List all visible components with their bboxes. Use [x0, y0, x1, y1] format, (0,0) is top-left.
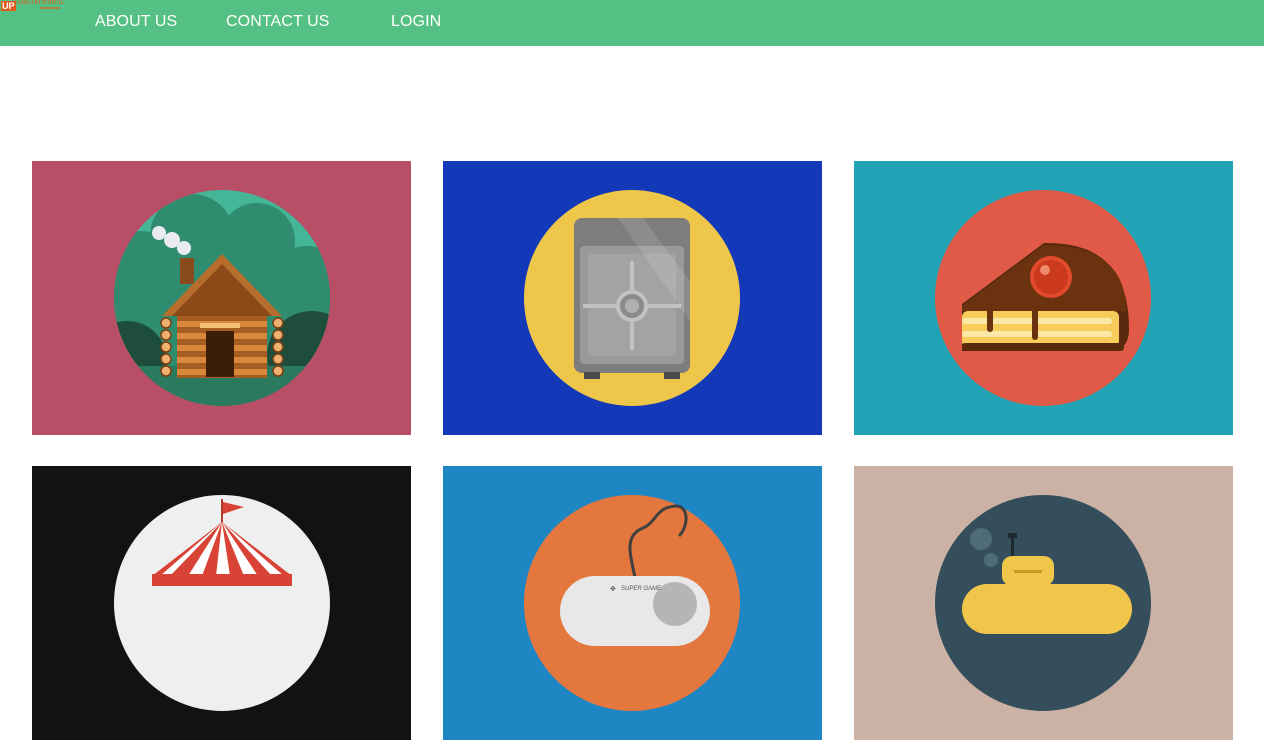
gallery-tile-gamepad[interactable]: SUPER GAME ✥: [443, 466, 822, 740]
site-logo[interactable]: UP SARKARI PORTAL: [0, 0, 66, 12]
circus-tent-icon: [114, 495, 330, 711]
gallery-tile-cake[interactable]: [854, 161, 1233, 435]
logo-text: SARKARI PORTAL: [14, 0, 65, 6]
dpad-icon: ✥: [610, 585, 616, 593]
gallery-tile-submarine[interactable]: [854, 466, 1233, 740]
safe-icon: [524, 190, 740, 406]
nav-contact-us[interactable]: CONTACT US: [226, 13, 330, 31]
top-navbar: UP SARKARI PORTAL ABOUT US CONTACT US LO…: [0, 0, 1264, 46]
controller-label: SUPER GAME: [621, 586, 662, 592]
game-controller-icon: SUPER GAME ✥: [524, 495, 740, 711]
logo-underline: [40, 7, 60, 9]
gallery-tile-safe[interactable]: [443, 161, 822, 435]
log-cabin-icon: [114, 190, 330, 406]
gallery-tile-cabin[interactable]: [32, 161, 411, 435]
cake-slice-icon: [935, 190, 1151, 406]
submarine-icon: [935, 495, 1151, 711]
nav-login[interactable]: LOGIN: [391, 13, 441, 31]
gallery-tile-circus[interactable]: [32, 466, 411, 740]
nav-about-us[interactable]: ABOUT US: [95, 13, 177, 31]
